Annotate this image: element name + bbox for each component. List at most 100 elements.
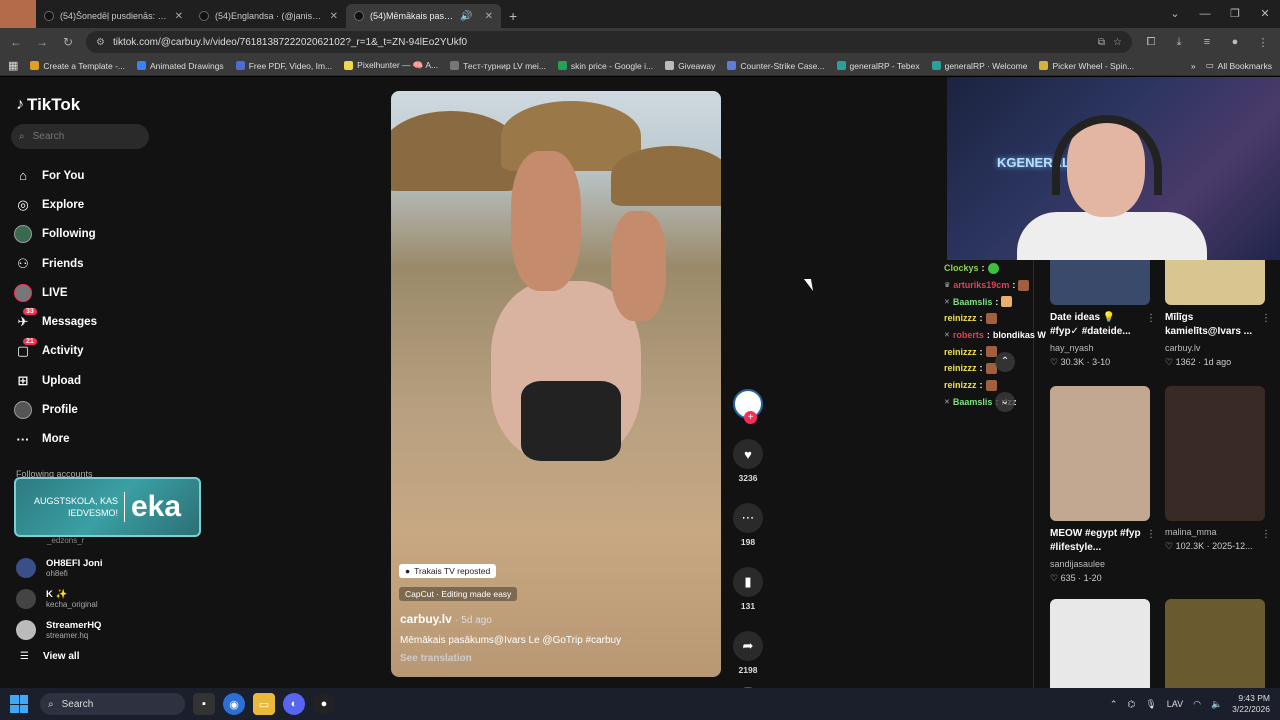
rec-card[interactable]: [1165, 599, 1265, 688]
menu-kebab-icon[interactable]: ⋮: [1254, 36, 1272, 49]
author-avatar[interactable]: +: [733, 389, 763, 424]
repost-label[interactable]: ● Trakais TV reposted: [399, 564, 497, 578]
chat-text: blondikas W: [992, 330, 1046, 341]
more-options-icon[interactable]: ⋮: [1261, 313, 1271, 324]
like-button[interactable]: ♥: [733, 439, 763, 469]
sidebar-item-friends[interactable]: ⚇ Friends: [14, 249, 164, 278]
rec-card[interactable]: malina_mma ♡ 102.3K · 2025-12... ⋮: [1165, 386, 1271, 552]
browser-tab-3-active[interactable]: (54)Mēmākais pasākums@ 🔊 ✕: [346, 4, 501, 28]
browser-tab-2[interactable]: (54)Englandsa · (@janistiltsen ✕: [191, 4, 346, 28]
search-box[interactable]: ⌕: [11, 124, 149, 149]
bookmark-item[interactable]: Pixelhunter — 🧠 A...: [344, 60, 438, 71]
bookmark-item[interactable]: Create a Template -...: [30, 61, 125, 71]
extensions-icon[interactable]: ⧠: [1142, 36, 1160, 49]
close-tab-icon[interactable]: ✕: [330, 11, 338, 22]
more-options-icon[interactable]: ⋮: [1261, 529, 1271, 540]
network-icon[interactable]: ⌬: [1127, 699, 1135, 710]
search-input[interactable]: [32, 131, 133, 142]
video-player[interactable]: ● Trakais TV reposted CapCut · Editing m…: [391, 91, 721, 677]
restore-icon[interactable]: ❐: [1220, 0, 1250, 28]
sidebar-item-activity[interactable]: ▢ 21 Activity: [14, 337, 164, 366]
bookmark-star-icon[interactable]: ☆: [1113, 37, 1122, 48]
bookmark-item[interactable]: Тест-турнир LV mei...: [450, 61, 546, 71]
volume-icon[interactable]: 🔈: [1211, 699, 1222, 710]
bookmark-item[interactable]: generalRP - Tebex: [836, 61, 920, 71]
sidebar-item-profile[interactable]: Profile: [14, 395, 164, 424]
rec-card[interactable]: [1050, 599, 1150, 688]
sidebar-item-more[interactable]: ··· More: [14, 425, 164, 454]
comment-button[interactable]: ⋯: [733, 503, 763, 533]
forward-icon[interactable]: →: [34, 35, 50, 49]
see-translation-link[interactable]: See translation: [400, 653, 472, 664]
speaker-icon[interactable]: 🔊: [460, 11, 472, 22]
address-bar[interactable]: ⚙ tiktok.com/@carbuy.lv/video/7618138722…: [86, 31, 1132, 53]
profile-avatar: [14, 401, 32, 420]
sidebar-item-live[interactable]: LIVE: [14, 278, 164, 307]
mic-icon[interactable]: 🎙: [1145, 699, 1156, 710]
close-tab-icon[interactable]: ✕: [485, 11, 493, 22]
rec-thumbnail[interactable]: [1050, 599, 1150, 688]
capcut-label[interactable]: CapCut · Editing made easy: [399, 587, 518, 601]
bookmark-item[interactable]: Giveaway: [665, 61, 715, 71]
bookmark-item[interactable]: Animated Drawings: [136, 61, 224, 71]
media-control-icon[interactable]: ≡: [1198, 36, 1216, 48]
rec-thumbnail[interactable]: [1165, 260, 1265, 305]
close-tab-icon[interactable]: ✕: [175, 11, 183, 22]
back-icon[interactable]: ←: [8, 35, 24, 49]
share-button[interactable]: ➦: [733, 631, 763, 661]
sidebar-item-following[interactable]: Following: [14, 220, 164, 249]
apps-grid-icon[interactable]: ▦: [8, 59, 18, 72]
language-indicator[interactable]: LAV: [1167, 699, 1183, 709]
site-info-icon[interactable]: ⚙: [96, 37, 105, 48]
rec-thumbnail[interactable]: [1165, 599, 1265, 688]
rec-card[interactable]: Mīlīgs kamielīts@Ivars ... carbuy.lv ♡ 1…: [1165, 260, 1271, 368]
download-icon[interactable]: ⤓: [1170, 36, 1188, 49]
taskbar-search[interactable]: ⌕ Search: [40, 693, 185, 715]
task-view-icon[interactable]: ▪: [193, 693, 215, 715]
following-account-item[interactable]: K ✨ kecha_original: [16, 583, 166, 614]
tiktok-logo[interactable]: ♪ TikTok: [16, 95, 80, 115]
save-button[interactable]: ▮: [733, 567, 763, 597]
following-account-item[interactable]: OH8EFI Joni oh8efi: [16, 552, 166, 583]
reload-icon[interactable]: ↻: [60, 35, 76, 49]
bookmark-item[interactable]: Picker Wheel - Spin...: [1039, 61, 1134, 71]
bookmark-item[interactable]: generalRP · Welcome: [931, 61, 1027, 71]
profile-avatar-icon[interactable]: ●: [1226, 36, 1244, 48]
bookmark-item[interactable]: Free PDF, Video, Im...: [235, 61, 332, 71]
clock[interactable]: 9:43 PM 3/22/2026: [1232, 693, 1270, 715]
rec-thumbnail[interactable]: [1050, 386, 1150, 521]
bookmark-item[interactable]: skin price - Google i...: [557, 61, 653, 71]
sidebar-item-messages[interactable]: ✈ 33 Messages: [14, 307, 164, 336]
following-account-item[interactable]: StreamerHQ streamer.hq: [16, 614, 166, 645]
new-tab-icon[interactable]: +: [501, 8, 525, 28]
close-window-icon[interactable]: ✕: [1250, 0, 1280, 28]
follow-plus-icon[interactable]: +: [744, 411, 757, 424]
sidebar-item-upload[interactable]: ⊞ Upload: [14, 366, 164, 395]
view-all-link[interactable]: ☰ View all: [20, 651, 79, 662]
chrome-icon[interactable]: ◉: [223, 693, 245, 715]
bookmarks-overflow-icon[interactable]: »: [1191, 61, 1196, 71]
file-explorer-icon[interactable]: ▭: [253, 693, 275, 715]
all-bookmarks-folder[interactable]: ▭ All Bookmarks: [1206, 60, 1272, 71]
minimize-icon[interactable]: —: [1190, 0, 1220, 28]
tab-search-icon[interactable]: ⌄: [1160, 0, 1190, 28]
scroll-down-icon[interactable]: ⌄: [995, 392, 1015, 412]
rec-thumbnail[interactable]: [1165, 386, 1265, 521]
video-author[interactable]: carbuy.lv · 5d ago: [400, 612, 492, 626]
rec-card[interactable]: MEOW #egypt #fyp #lifestyle... sandijasa…: [1050, 386, 1156, 584]
install-app-icon[interactable]: ⧉: [1098, 37, 1105, 48]
rec-card[interactable]: Date ideas 💡 #fyp✓ #dateide... hay_nyash…: [1050, 260, 1156, 368]
windows-start-icon[interactable]: [10, 695, 28, 713]
wifi-icon[interactable]: ◠: [1193, 699, 1201, 710]
bookmark-item[interactable]: Counter-Strike Case...: [727, 61, 825, 71]
sidebar-item-for-you[interactable]: ⌂ For You: [14, 161, 164, 190]
tray-overflow-icon[interactable]: ⌃: [1110, 699, 1118, 710]
rec-thumbnail[interactable]: [1050, 260, 1150, 305]
sidebar-item-explore[interactable]: ◎ Explore: [14, 190, 164, 219]
browser-tab-1[interactable]: (54)Šonedēļ pusdienās: 🥘 Juh ✕: [36, 4, 191, 28]
more-options-icon[interactable]: ⋮: [1146, 529, 1156, 540]
scroll-up-icon[interactable]: ⌃: [995, 352, 1015, 372]
discord-icon[interactable]: ◐: [283, 693, 305, 715]
more-options-icon[interactable]: ⋮: [1146, 313, 1156, 324]
app-icon[interactable]: ●: [313, 693, 335, 715]
